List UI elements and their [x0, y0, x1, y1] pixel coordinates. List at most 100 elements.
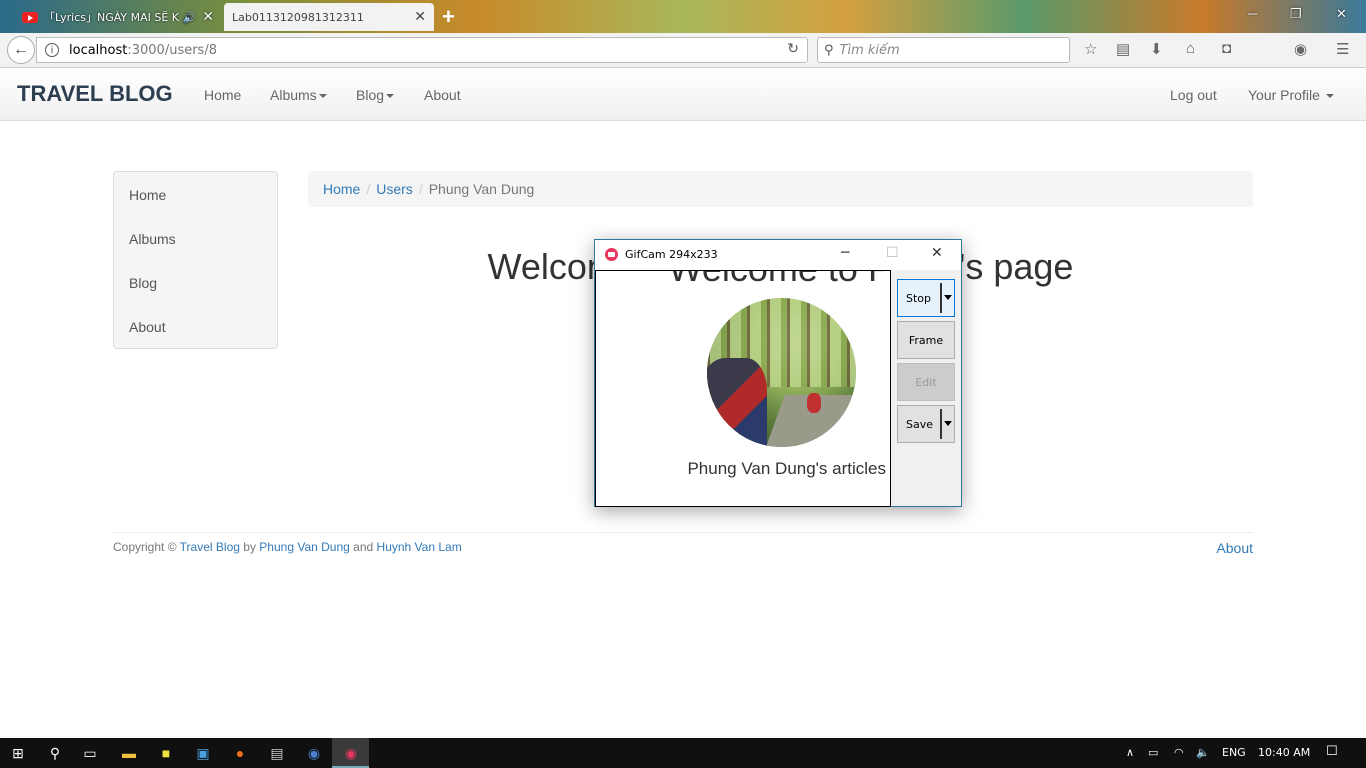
dropdown-arrow-icon[interactable] [944, 295, 952, 300]
avatar [707, 298, 856, 447]
nav-home[interactable]: Home [204, 87, 241, 103]
save-label: Save [906, 417, 934, 431]
file-explorer-icon[interactable]: ▬ [119, 743, 139, 763]
notification-icon[interactable]: ☐ [1326, 744, 1338, 759]
browser-tab-lyrics[interactable]: 「Lyrics」NGÀY MAI SẼ KHÁC 🔊 ✕ [14, 3, 222, 31]
task-view-icon[interactable]: ▭ [80, 743, 100, 763]
gifcam-title: GifCam 294x233 [625, 248, 718, 261]
stop-label: Stop [906, 291, 932, 305]
minimize-icon[interactable]: ─ [841, 245, 849, 261]
browser-tab-active[interactable]: Lab0113120981312311 ✕ [224, 3, 434, 31]
nav-albums[interactable]: Albums [270, 87, 327, 103]
app-icon[interactable]: ◉ [304, 743, 324, 763]
firefox-icon[interactable]: ● [230, 743, 250, 763]
split-divider [940, 409, 942, 439]
sidebar-item-blog[interactable]: Blog [129, 275, 157, 291]
sidebar-item-albums[interactable]: Albums [129, 231, 176, 247]
nav-blog-label: Blog [356, 87, 385, 103]
restore-icon[interactable]: ❐ [1290, 6, 1302, 22]
url-path: :3000/users/8 [127, 42, 217, 58]
minimize-icon[interactable]: ─ [1248, 6, 1257, 21]
home-icon[interactable]: ⌂ [1186, 40, 1195, 57]
gifcam-titlebar[interactable]: GifCam 294x233 ─ ☐ ✕ [595, 240, 961, 270]
site-brand[interactable]: TRAVEL BLOG [17, 81, 173, 107]
nav-profile-label: Your Profile [1248, 87, 1320, 103]
tab-label: Lab0113120981312311 [232, 10, 364, 24]
close-window-icon[interactable]: ✕ [1336, 6, 1347, 22]
footer-author1-link[interactable]: Phung Van Dung [259, 540, 350, 554]
search-icon: ⚲ [824, 42, 834, 58]
volume-icon[interactable]: 🔈 [1196, 746, 1210, 759]
breadcrumb-separator: / [366, 181, 371, 197]
language-indicator[interactable]: ENG [1222, 746, 1246, 759]
camera-icon [605, 248, 618, 261]
nav-profile[interactable]: Your Profile [1248, 87, 1334, 103]
clock[interactable]: 10:40 AM [1258, 746, 1310, 759]
battery-icon[interactable]: ▭ [1148, 746, 1158, 759]
breadcrumb-home[interactable]: Home [323, 181, 360, 197]
tab-label: 「Lyrics」NGÀY MAI SẼ KHÁC [44, 11, 179, 24]
chevron-up-icon[interactable]: ∧ [1126, 746, 1134, 759]
browser-titlebar: 「Lyrics」NGÀY MAI SẼ KHÁC 🔊 ✕ Lab01131209… [0, 0, 1366, 33]
bookmark-star-icon[interactable]: ☆ [1084, 40, 1097, 58]
footer-by: by [243, 540, 256, 554]
dropdown-arrow-icon[interactable] [944, 421, 952, 426]
download-icon[interactable]: ⬇ [1150, 40, 1163, 58]
info-icon[interactable]: i [45, 43, 59, 57]
gifcam-capture-frame: Welcome to Phung Van Dung's page Phung V… [595, 270, 891, 507]
save-button[interactable]: Save [897, 405, 955, 443]
close-tab-icon[interactable]: ✕ [414, 9, 426, 25]
sidebar: Home Albums Blog About [113, 171, 278, 349]
pocket-icon[interactable]: ◘ [1222, 40, 1231, 57]
captured-page-title: Welcome to Phung Van Dung's page [596, 271, 890, 290]
menu-icon[interactable]: ☰ [1336, 40, 1349, 58]
search-placeholder: Tìm kiếm [839, 42, 900, 58]
url-bar[interactable]: i localhost:3000/users/8 ↻ [36, 37, 808, 63]
command-prompt-icon[interactable]: ▤ [267, 743, 287, 763]
articles-heading: Phung Van Dung's articles [687, 459, 886, 478]
chevron-down-icon [1325, 94, 1334, 99]
new-tab-icon[interactable]: + [442, 4, 455, 30]
split-divider [940, 283, 942, 313]
reading-list-icon[interactable]: ▤ [1116, 40, 1130, 58]
chevron-down-icon [386, 94, 395, 99]
close-icon[interactable]: ✕ [931, 245, 943, 261]
footer-site-link[interactable]: Travel Blog [180, 540, 240, 554]
footer-copyright: Copyright © Travel Blog by Phung Van Dun… [113, 540, 462, 554]
search-input[interactable]: ⚲ Tìm kiếm [817, 37, 1070, 63]
youtube-icon [22, 11, 38, 23]
footer-divider [113, 532, 1253, 533]
breadcrumb-separator: / [418, 181, 423, 197]
sticky-notes-icon[interactable]: ■ [156, 743, 176, 763]
avatar-person [707, 357, 767, 447]
breadcrumb: Home / Users / Phung Van Dung [308, 171, 1253, 207]
windows-start-icon[interactable]: ⊞ [8, 743, 28, 763]
search-icon[interactable]: ⚲ [45, 743, 65, 763]
breadcrumb-users[interactable]: Users [376, 181, 413, 197]
chevron-down-icon [318, 94, 327, 99]
nav-albums-label: Albums [270, 87, 317, 103]
sidebar-item-home[interactable]: Home [129, 187, 166, 203]
control-panel-icon[interactable]: ▣ [193, 743, 213, 763]
reload-icon[interactable]: ↻ [787, 41, 799, 57]
speaker-icon[interactable]: 🔊 [183, 11, 197, 24]
footer-author2-link[interactable]: Huynh Van Lam [377, 540, 462, 554]
windows-taskbar: ⊞ ⚲ ▭ ▬ ■ ▣ ● ▤ ◉ ◉ ∧ ▭ ◠ 🔈 ENG 10:40 AM… [0, 738, 1366, 768]
stop-button[interactable]: Stop [897, 279, 955, 317]
url-host: localhost [69, 42, 128, 58]
extension-icon[interactable]: ◉ [1294, 40, 1307, 58]
nav-blog[interactable]: Blog [356, 87, 395, 103]
footer-about-link[interactable]: About [1216, 540, 1253, 556]
browser-toolbar: ← i localhost:3000/users/8 ↻ ⚲ Tìm kiếm … [0, 33, 1366, 68]
gifcam-window: GifCam 294x233 ─ ☐ ✕ Welcome to Phung Va… [594, 239, 962, 507]
sidebar-item-about[interactable]: About [129, 319, 166, 335]
gifcam-icon[interactable]: ◉ [341, 743, 361, 763]
back-icon[interactable]: ← [7, 36, 35, 64]
wifi-icon[interactable]: ◠ [1174, 746, 1184, 759]
copyright-label: Copyright © [113, 540, 177, 554]
frame-button[interactable]: Frame [897, 321, 955, 359]
close-tab-icon[interactable]: ✕ [202, 9, 214, 25]
nav-logout[interactable]: Log out [1170, 87, 1217, 103]
maximize-icon: ☐ [886, 245, 899, 261]
nav-about[interactable]: About [424, 87, 461, 103]
